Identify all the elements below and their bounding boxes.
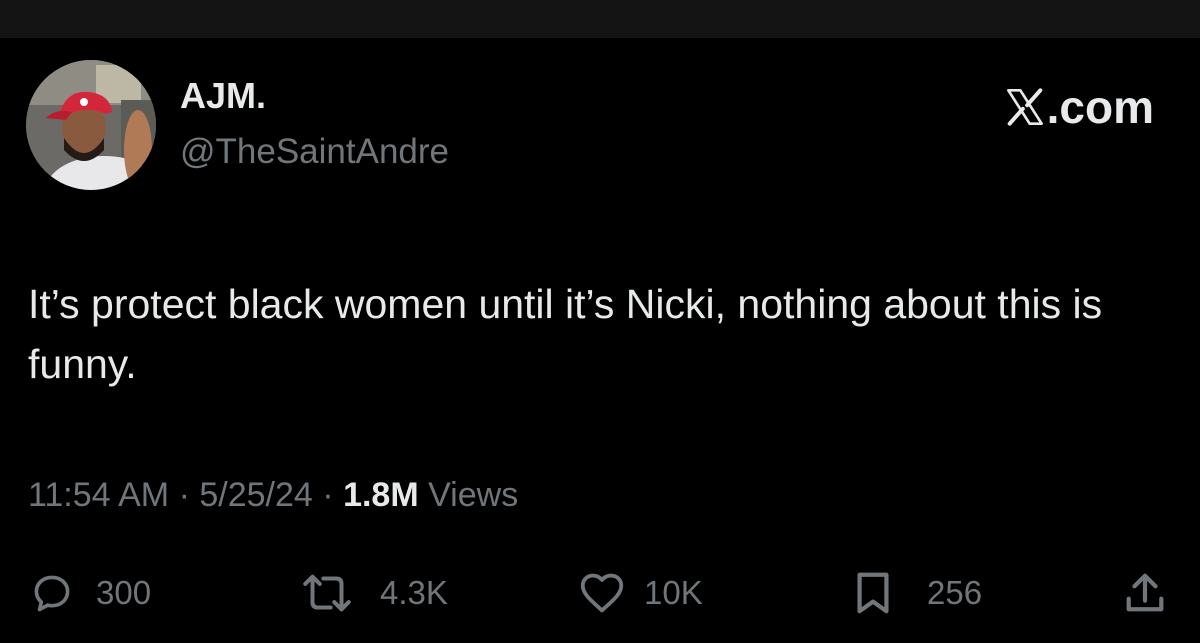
repost-button[interactable]: 4.3K bbox=[298, 568, 448, 618]
repost-icon bbox=[303, 574, 351, 612]
bookmark-icon bbox=[857, 572, 889, 614]
avatar[interactable] bbox=[26, 60, 156, 190]
share-icon bbox=[1126, 573, 1164, 612]
tweet-meta: 11:54 AM · 5/25/24 · 1.8M Views bbox=[28, 478, 518, 512]
tweet-time[interactable]: 11:54 AM bbox=[28, 476, 169, 514]
views-label: Views bbox=[428, 476, 519, 514]
avatar-image bbox=[26, 60, 156, 190]
x-brand-logo: .com bbox=[1005, 84, 1154, 130]
bookmark-count: 256 bbox=[927, 574, 983, 611]
author-display-name[interactable]: AJM. bbox=[180, 78, 266, 114]
x-logo-icon bbox=[1006, 88, 1043, 126]
share-button[interactable] bbox=[1122, 568, 1168, 618]
meta-separator: · bbox=[322, 476, 334, 514]
heart-icon bbox=[580, 573, 624, 613]
author-handle[interactable]: @TheSaintAndre bbox=[180, 134, 449, 169]
x-brand-label: .com bbox=[1046, 81, 1154, 133]
reply-button[interactable]: 300 bbox=[30, 568, 151, 618]
action-bar: 300 4.3K 10K 256 bbox=[0, 568, 1200, 618]
repost-count: 4.3K bbox=[380, 574, 448, 611]
tweet-card: AJM. @TheSaintAndre .com It’s protect bl… bbox=[0, 38, 1200, 643]
tweet-date[interactable]: 5/25/24 bbox=[199, 476, 312, 514]
meta-separator: · bbox=[178, 476, 190, 514]
bookmark-button[interactable]: 256 bbox=[853, 568, 982, 618]
top-bar bbox=[0, 0, 1200, 38]
tweet-text: It’s protect black women until it’s Nick… bbox=[28, 281, 1103, 387]
reply-count: 300 bbox=[96, 574, 152, 611]
views-count: 1.8M bbox=[343, 476, 419, 514]
reply-icon bbox=[34, 575, 70, 612]
like-button[interactable]: 10K bbox=[578, 568, 703, 618]
like-count: 10K bbox=[644, 574, 703, 611]
